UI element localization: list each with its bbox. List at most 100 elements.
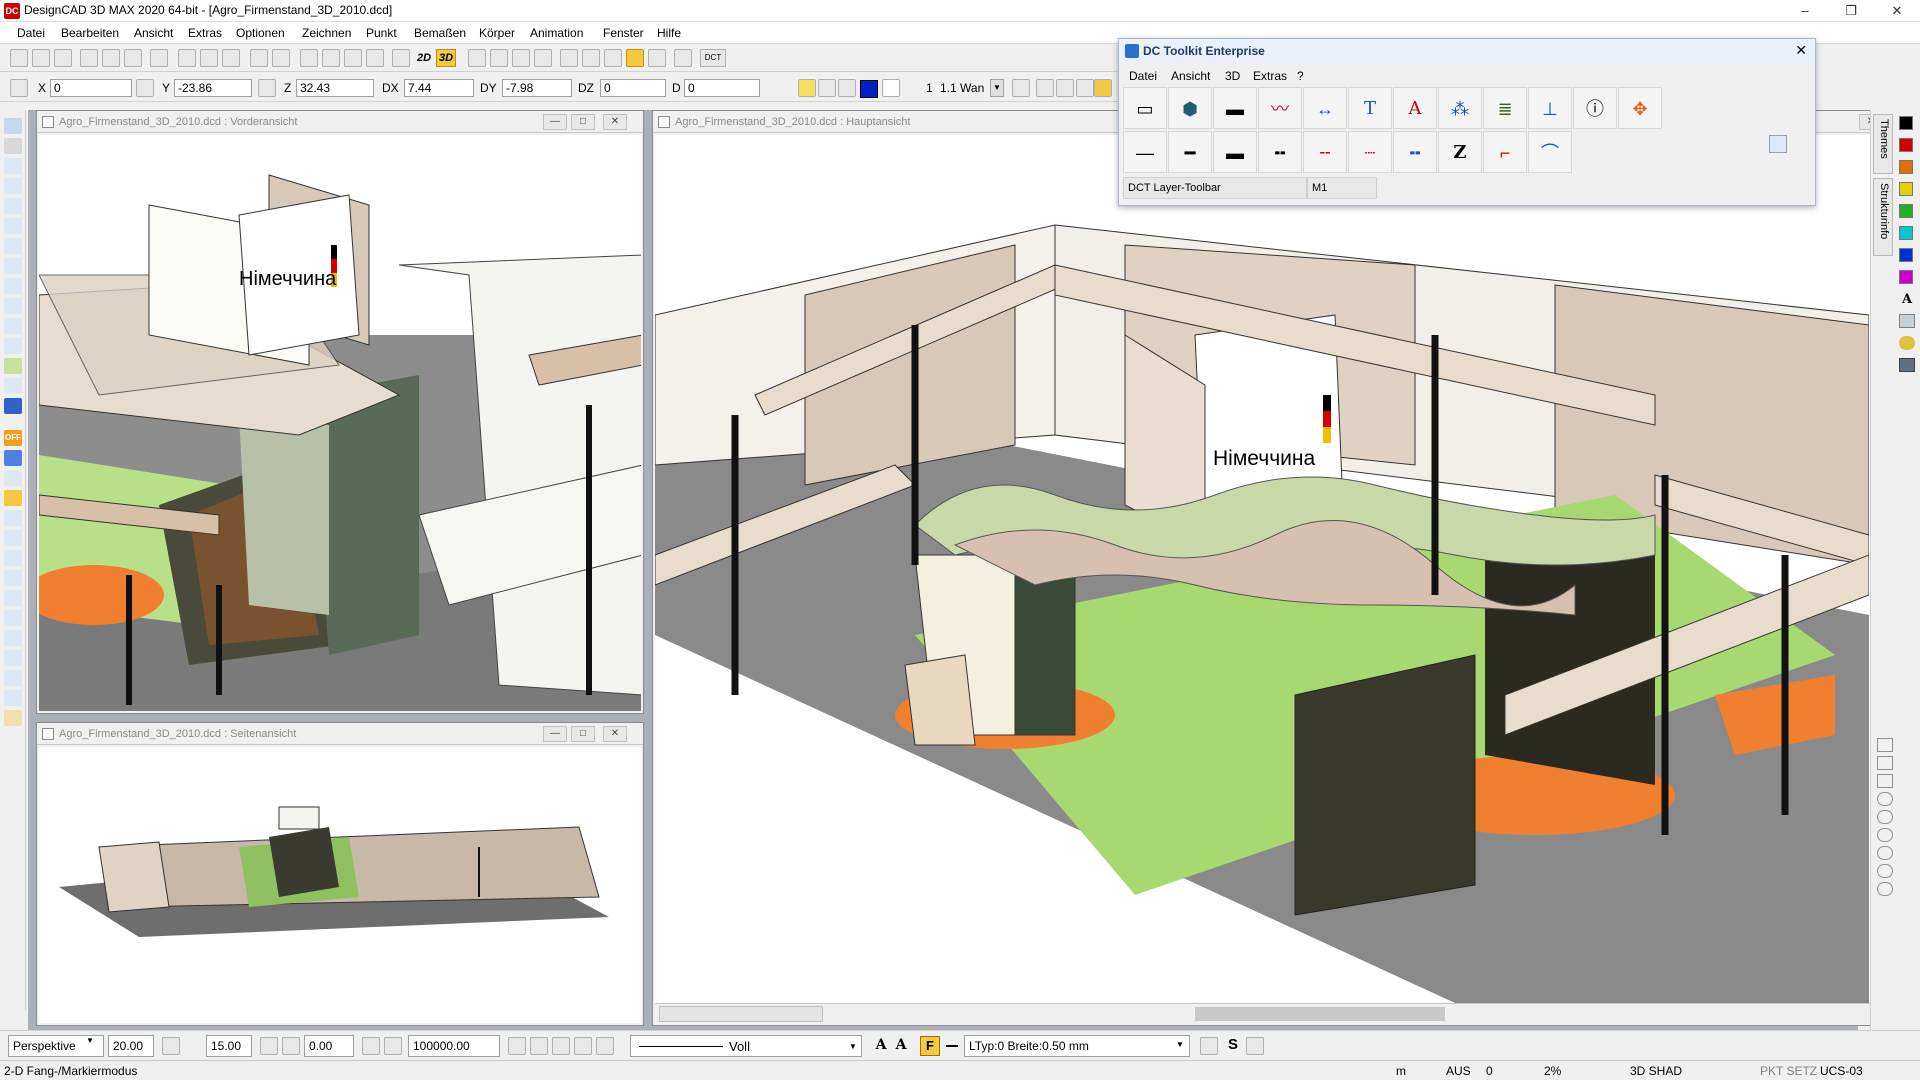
grid-toggle-icon[interactable] [1877,756,1893,770]
toolkit-close-button[interactable]: ✕ [1795,42,1807,59]
menu-punkt[interactable]: Punkt [366,26,397,40]
toolkit-line-thick-icon[interactable]: ▬ [1213,87,1257,129]
shading-icon[interactable] [4,490,22,506]
dx-field[interactable]: 7.44 [404,79,474,97]
paste-icon[interactable] [222,49,240,67]
redo-icon[interactable] [272,49,290,67]
toolkit-menu-3d[interactable]: 3D [1225,69,1240,83]
z-coordinate-field[interactable]: 32.43 [296,79,374,97]
menu-ansicht[interactable]: Ansicht [134,26,173,40]
text-bold-button[interactable]: A [872,1037,890,1055]
target-icon[interactable] [596,1037,614,1055]
lock-y-icon[interactable] [136,79,154,97]
color-red-swatch[interactable] [1899,138,1913,152]
toolkit-menu-extras[interactable]: Extras [1253,69,1287,83]
toolkit-target-icon[interactable]: ✥ [1618,87,1662,129]
eye-distance-field[interactable]: 15.00 [206,1035,252,1057]
clip-far-icon[interactable] [384,1037,402,1055]
toolkit-corner-icon[interactable]: ⌐ [1483,131,1527,173]
network-icon[interactable] [1246,1037,1264,1055]
toolkit-red-dash-icon[interactable]: ╌ [1303,131,1347,173]
line-icon[interactable] [4,158,22,174]
toolkit-text-icon[interactable]: T [1348,87,1392,129]
front-minimize-button[interactable]: — [543,114,567,130]
toolkit-hexagon-icon[interactable]: ⬢ [1168,87,1212,129]
distance-field[interactable]: 0 [684,79,760,97]
toolkit-save-icon[interactable] [1769,135,1787,153]
active-layer-icon[interactable] [1094,79,1112,97]
toolkit-info-icon[interactable]: ⓘ [1573,87,1617,129]
point-icon[interactable] [4,318,22,334]
toolkit-layers-icon[interactable]: ≣ [1483,87,1527,129]
tilt-view-icon[interactable] [282,1037,300,1055]
side-view-canvas[interactable] [39,747,641,1023]
zoom-in-icon[interactable] [1877,792,1893,806]
menu-animation[interactable]: Animation [530,26,583,40]
front-view-window[interactable]: Agro_Firmenstand_3D_2010.dcd : Vorderans… [36,110,644,714]
move-view-icon[interactable] [300,49,318,67]
rotation-field[interactable]: 0.00 [304,1035,354,1057]
right-car-icon[interactable] [1899,314,1915,328]
snap-near-icon[interactable] [4,650,22,666]
zoom-all-icon[interactable] [1877,864,1893,878]
toolkit-zigzag-icon[interactable]: 〰 [1258,87,1302,129]
side-minimize-button[interactable]: — [543,726,567,742]
save-icon[interactable] [54,49,72,67]
side-close-button[interactable]: ✕ [603,726,627,742]
minimize-button[interactable]: – [1782,0,1828,22]
menu-hilfe[interactable]: Hilfe [657,26,681,40]
menu-datei[interactable]: Datei [17,26,45,40]
view-manager-icon[interactable] [366,49,384,67]
snap-icon[interactable] [490,49,508,67]
tab-strukturinfo[interactable]: Strukturinfo [1873,178,1893,256]
toolkit-arc-icon[interactable]: ⌒ [1528,131,1572,173]
wand-icon[interactable] [4,470,22,486]
projection-dropdown-icon[interactable]: ▼ [86,1036,94,1045]
menu-fenster[interactable]: Fenster [603,26,644,40]
side-maximize-button[interactable]: □ [571,726,595,742]
text-tool-icon[interactable] [4,298,22,314]
zoom-previous-icon[interactable] [1877,846,1893,860]
ortho-icon[interactable] [512,49,530,67]
toolkit-dimension-icon[interactable]: ↔ [1303,87,1347,129]
main-view-window[interactable]: Agro_Firmenstand_3D_2010.dcd : Hauptansi… [652,110,1892,1026]
rotate-view-icon[interactable] [260,1037,278,1055]
linetype-width-select[interactable]: LTyp:0 Breite:0.50 mm [964,1035,1190,1057]
tab-themes[interactable]: Themes [1873,114,1893,174]
walk-icon[interactable] [508,1037,526,1055]
front-close-button[interactable]: ✕ [603,114,627,130]
group-icon[interactable] [582,49,600,67]
menu-optionen[interactable]: Optionen [236,26,285,40]
color-swatch[interactable] [860,80,878,98]
layer-manager-icon[interactable] [1012,79,1030,97]
snap-mid-icon[interactable] [4,550,22,566]
lock-x-icon[interactable] [10,79,28,97]
color-magenta-swatch[interactable] [1899,270,1913,284]
text-font-button[interactable]: A [892,1037,910,1055]
view-window-icon[interactable] [344,49,362,67]
toolkit-menu-datei[interactable]: Datei [1129,69,1157,83]
front-maximize-button[interactable]: □ [571,114,595,130]
fly-icon[interactable] [530,1037,548,1055]
cut-icon[interactable] [178,49,196,67]
toolkit-titlebar[interactable]: DC Toolkit Enterprise ✕ [1119,39,1815,63]
snap-perp-icon[interactable] [4,590,22,606]
rotate-icon[interactable] [4,198,22,214]
open-file-icon[interactable] [32,49,50,67]
menu-bemassen[interactable]: Bemaßen [414,26,466,40]
color-orange-swatch[interactable] [1899,160,1913,174]
help-pointer-icon[interactable] [674,49,692,67]
clip-near-icon[interactable] [362,1037,380,1055]
zoom-out-icon[interactable] [1877,810,1893,824]
print-icon[interactable] [80,49,98,67]
layer-dropdown-icon[interactable]: ▼ [990,79,1004,97]
dct-button[interactable]: DCT [700,49,726,67]
toolkit-blue-dash-icon[interactable]: ╍ [1393,131,1437,173]
mode-2d-button[interactable]: 2D [414,49,434,67]
side-view-window[interactable]: Agro_Firmenstand_3D_2010.dcd : Seitenans… [36,722,644,1026]
side-view-titlebar[interactable]: Agro_Firmenstand_3D_2010.dcd : Seitenans… [37,723,643,745]
snap-settings-icon[interactable] [4,710,22,726]
front-view-titlebar[interactable]: Agro_Firmenstand_3D_2010.dcd : Vorderans… [37,111,643,133]
dimension-icon[interactable] [4,278,22,294]
view-angle-field[interactable]: 20.00 [108,1035,154,1057]
